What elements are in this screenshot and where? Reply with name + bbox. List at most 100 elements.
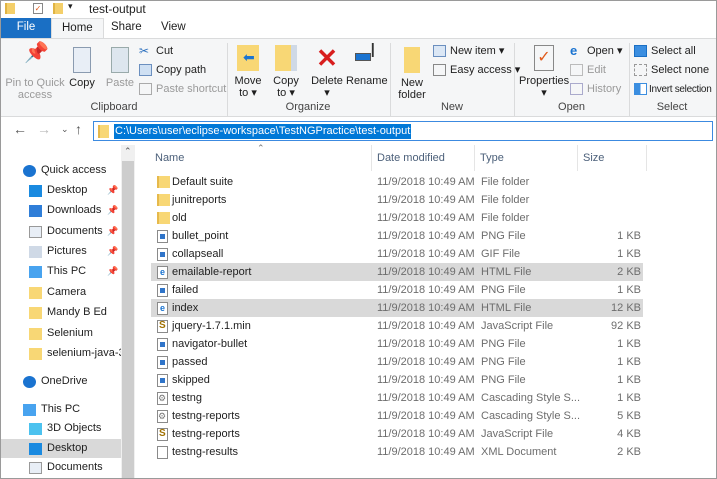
file-type: Cascading Style S...: [481, 410, 581, 422]
file-type: PNG File: [481, 374, 526, 386]
column-divider[interactable]: [577, 145, 578, 171]
easy-access-button[interactable]: Easy access ▾: [433, 61, 520, 79]
rename-icon: I: [355, 41, 377, 71]
file-name: failed: [172, 284, 199, 296]
xml-file-icon: [157, 446, 168, 459]
file-type: JavaScript File: [481, 320, 554, 332]
file-row[interactable]: failed 11/9/2018 10:49 AM PNG File 1 KB: [151, 281, 643, 299]
file-row[interactable]: testng-results 11/9/2018 10:49 AM XML Do…: [151, 443, 643, 461]
invert-selection-button[interactable]: Invert selection: [634, 80, 712, 98]
nav-item-3d-objects[interactable]: 3D Objects: [1, 419, 121, 438]
nav-item-this-pc[interactable]: This PC 📌: [1, 262, 121, 281]
tab-file[interactable]: File: [1, 18, 51, 38]
column-divider[interactable]: [646, 145, 647, 171]
file-type: Cascading Style S...: [481, 392, 581, 404]
nav-item-label: 3D Objects: [47, 422, 102, 434]
nav-item-desktop[interactable]: Desktop: [1, 439, 121, 458]
column-header-date-modified[interactable]: Date modified: [377, 152, 445, 164]
cut-button[interactable]: ✂ Cut: [139, 42, 173, 60]
css-file-icon: [157, 407, 168, 425]
file-size: 1 KB: [617, 230, 641, 242]
move-to-button[interactable]: ⬅ Move to ▾: [231, 45, 265, 99]
delete-button[interactable]: ✕ Delete ▾: [309, 45, 345, 99]
file-row[interactable]: index 11/9/2018 10:49 AM HTML File 12 KB: [151, 299, 643, 317]
nav-item-selenium-java-3[interactable]: selenium-java-3: [1, 344, 125, 363]
recent-locations-chevron-icon[interactable]: ⌄: [61, 124, 69, 135]
nav-item-selenium[interactable]: Selenium: [1, 324, 121, 343]
nav-item-onedrive[interactable]: OneDrive: [1, 372, 121, 391]
customize-toolbar-dropdown[interactable]: ▾: [68, 1, 73, 12]
nav-item-mandy-b-ed[interactable]: Mandy B Ed: [1, 303, 121, 322]
file-row[interactable]: testng-reports 11/9/2018 10:49 AM Cascad…: [151, 407, 643, 425]
file-row[interactable]: collapseall 11/9/2018 10:49 AM GIF File …: [151, 245, 643, 263]
copy-path-button[interactable]: Copy path: [139, 61, 206, 79]
file-row[interactable]: passed 11/9/2018 10:49 AM PNG File 1 KB: [151, 353, 643, 371]
edit-button[interactable]: Edit: [570, 61, 606, 79]
file-type: File folder: [481, 212, 530, 224]
history-button[interactable]: History: [570, 80, 621, 98]
file-row[interactable]: testng-reports 11/9/2018 10:49 AM JavaSc…: [151, 425, 643, 443]
nav-item-label: Mandy B Ed: [47, 306, 107, 318]
file-date: 11/9/2018 10:49 AM: [377, 374, 475, 386]
tab-home[interactable]: Home: [51, 18, 104, 38]
paste-button[interactable]: Paste: [103, 47, 137, 89]
nav-item-downloads[interactable]: Downloads 📌: [1, 201, 121, 220]
navigation-bar: ← → ⌄ ↑ C:\Users\user\eclipse-workspace\…: [1, 117, 716, 145]
column-header-type[interactable]: Type: [480, 152, 504, 164]
file-size: 2 KB: [617, 446, 641, 458]
forward-arrow-icon[interactable]: →: [37, 121, 51, 137]
column-header-size[interactable]: Size: [583, 152, 604, 164]
file-size: 1 KB: [617, 284, 641, 296]
nav-item-documents[interactable]: Documents: [1, 458, 121, 477]
rename-button[interactable]: I Rename: [346, 41, 388, 87]
copy-button[interactable]: Copy: [65, 47, 99, 89]
nav-item-this-pc[interactable]: This PC: [1, 400, 121, 419]
group-select-label: Select: [656, 101, 688, 113]
open-label: Open ▾: [587, 45, 623, 57]
file-row[interactable]: Default suite 11/9/2018 10:49 AM File fo…: [151, 173, 643, 191]
file-name: collapseall: [172, 248, 224, 260]
file-row[interactable]: testng 11/9/2018 10:49 AM Cascading Styl…: [151, 389, 643, 407]
paste-shortcut-button[interactable]: Paste shortcut: [139, 80, 226, 98]
pin-to-quick-access-button[interactable]: 📌 Pin to Quick access: [5, 43, 65, 101]
file-row[interactable]: navigator-bullet 11/9/2018 10:49 AM PNG …: [151, 335, 643, 353]
copy-to-button[interactable]: Copy to ▾: [269, 45, 303, 99]
file-row[interactable]: emailable-report 11/9/2018 10:49 AM HTML…: [151, 263, 643, 281]
properties-button[interactable]: ✓ Properties ▾: [519, 45, 569, 99]
file-date: 11/9/2018 10:49 AM: [377, 176, 475, 188]
nav-item-quick-access[interactable]: Quick access: [1, 161, 121, 180]
nav-item-desktop[interactable]: Desktop 📌: [1, 181, 121, 200]
new-folder-button[interactable]: New folder: [395, 47, 429, 101]
back-arrow-icon[interactable]: ←: [13, 121, 27, 137]
scrollbar-thumb[interactable]: [122, 161, 134, 478]
file-row[interactable]: skipped 11/9/2018 10:49 AM PNG File 1 KB: [151, 371, 643, 389]
scroll-up-icon[interactable]: ⌃: [124, 146, 132, 157]
navigation-pane-scrollbar[interactable]: ⌃: [121, 145, 135, 478]
new-item-button[interactable]: New item ▾: [433, 42, 504, 60]
column-divider[interactable]: [474, 145, 475, 171]
address-path[interactable]: C:\Users\user\eclipse-workspace\TestNGPr…: [114, 124, 412, 139]
file-type: PNG File: [481, 356, 526, 368]
nav-item-camera[interactable]: Camera: [1, 283, 121, 302]
file-name: emailable-report: [172, 266, 252, 278]
up-arrow-icon[interactable]: ↑: [75, 121, 82, 137]
scissors-icon: ✂: [139, 44, 150, 59]
address-bar-input[interactable]: C:\Users\user\eclipse-workspace\TestNGPr…: [93, 121, 713, 141]
edge-icon: e: [570, 43, 578, 59]
file-row[interactable]: jquery-1.7.1.min 11/9/2018 10:49 AM Java…: [151, 317, 643, 335]
tab-share[interactable]: Share: [101, 18, 152, 38]
new-folder-quick-icon[interactable]: [53, 3, 63, 14]
tab-view[interactable]: View: [151, 18, 196, 38]
column-header-name[interactable]: Name: [155, 152, 184, 164]
nav-item-label: Camera: [47, 286, 87, 298]
file-row[interactable]: old 11/9/2018 10:49 AM File folder: [151, 209, 643, 227]
column-divider[interactable]: [371, 145, 372, 171]
file-row[interactable]: junitreports 11/9/2018 10:49 AM File fol…: [151, 191, 643, 209]
select-all-button[interactable]: Select all: [634, 42, 696, 60]
open-button[interactable]: e Open ▾: [570, 42, 623, 60]
nav-item-pictures[interactable]: Pictures 📌: [1, 242, 121, 261]
select-none-button[interactable]: Select none: [634, 61, 709, 79]
nav-item-documents[interactable]: Documents 📌: [1, 222, 121, 241]
properties-quick-icon[interactable]: ✓: [33, 3, 43, 14]
file-row[interactable]: bullet_point 11/9/2018 10:49 AM PNG File…: [151, 227, 643, 245]
